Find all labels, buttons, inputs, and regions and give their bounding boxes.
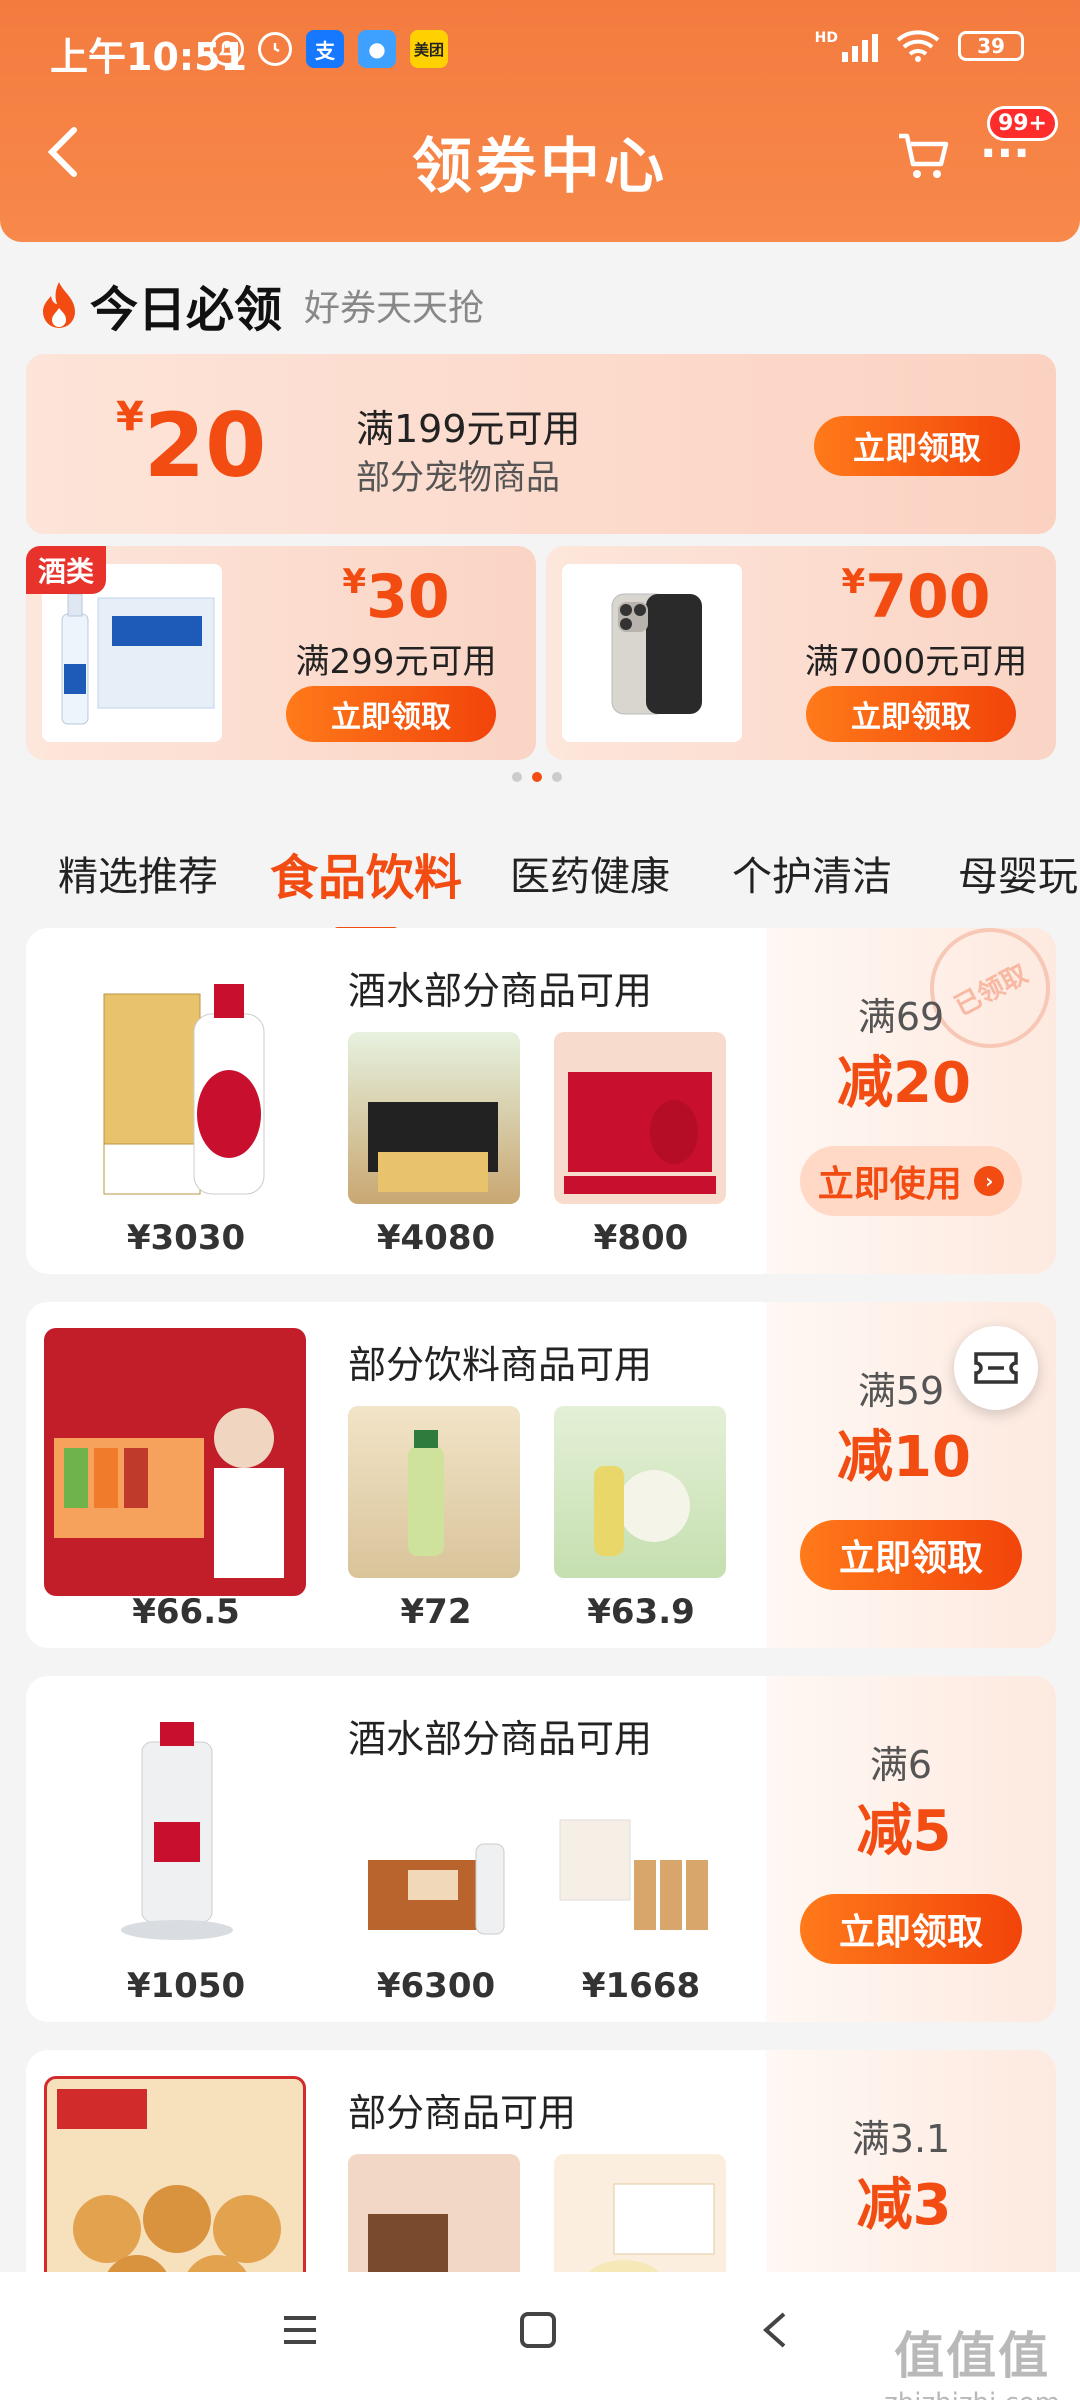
coupon-card: 酒水部分商品可用 ¥1050 ¥6300 ¥1668 满6 减5 立即领取 [26, 1676, 1056, 2022]
coupon-discount: 减3 [856, 2173, 952, 2238]
product-price: ¥800 [593, 1218, 689, 1258]
phone-coupon[interactable]: ¥700 满7000元可用 立即领取 [546, 546, 1056, 760]
carousel-indicator [512, 772, 562, 782]
coupon-discount: 减5 [856, 1799, 952, 1864]
coupon-threshold: 满69 [857, 995, 945, 1039]
claim-button[interactable]: 立即领取 [806, 686, 1016, 742]
today-subtitle: 好券天天抢 [304, 288, 485, 329]
product-price: ¥63.9 [587, 1592, 695, 1632]
tab-baby-toys[interactable]: 母婴玩 [958, 844, 1078, 902]
product-thumb[interactable] [554, 1780, 726, 1952]
product-price: ¥6300 [376, 1966, 496, 2006]
fire-icon [43, 282, 75, 328]
juice-gift-product-image[interactable] [44, 1328, 306, 1596]
product-price: ¥72 [400, 1592, 472, 1632]
product-price: ¥1668 [581, 1966, 701, 2006]
coupon-amount: ¥700 [841, 562, 991, 632]
product-price: ¥1050 [126, 1966, 246, 2006]
header: 上午10:51 支 ● 美团 HD 39 领券中心 ··· 99+ [0, 0, 1080, 242]
coupon-threshold: 满6 [869, 1743, 933, 1787]
coupon-discount: 减20 [837, 1051, 971, 1116]
today-section-header: 今日必领 好券天天抢 [40, 270, 484, 340]
nav-bar: 领券中心 ··· 99+ [0, 106, 1080, 210]
coupon-card: 部分饮料商品可用 ¥66.5 ¥72 ¥63.9 满59 减10 立即领取 [26, 1302, 1056, 1648]
coupon-condition: 满299元可用 [295, 642, 497, 682]
liquor-coupon[interactable]: 酒类 ¥30 满299元可用 立即领取 [26, 546, 536, 760]
wifi-icon [896, 30, 940, 62]
coupon-amount: ¥20 [116, 394, 267, 497]
claim-button[interactable]: 立即领取 [814, 416, 1020, 476]
arrow-right-icon: › [974, 1166, 1005, 1196]
mute-bell-icon [210, 32, 244, 66]
coupon-float-button[interactable] [954, 1326, 1038, 1410]
battery-icon: 39 [958, 31, 1024, 61]
product-thumb[interactable] [554, 1406, 726, 1578]
product-thumb[interactable] [348, 1032, 520, 1204]
product-thumb[interactable] [348, 1780, 520, 1952]
moutai-product-image[interactable] [44, 954, 306, 1222]
product-thumb[interactable] [348, 1406, 520, 1578]
category-tag: 酒类 [26, 546, 107, 594]
tab-food-drinks[interactable]: 食品饮料 [270, 838, 462, 934]
claim-button[interactable]: 立即领取 [286, 686, 496, 742]
coupon-center-page: 上午10:51 支 ● 美团 HD 39 领券中心 ··· 99+ 今日必领 好… [0, 0, 1080, 2400]
product-thumb[interactable] [554, 1032, 726, 1204]
alarm-clock-icon [258, 32, 292, 66]
tab-medicine-health[interactable]: 医药健康 [510, 844, 670, 902]
home-icon[interactable] [518, 2310, 558, 2354]
blue-app-icon: ● [358, 30, 396, 68]
phone-product-image [562, 564, 742, 742]
alipay-icon: 支 [306, 30, 344, 68]
notification-badge: 99+ [986, 106, 1058, 141]
use-now-button[interactable]: 立即使用 › [800, 1146, 1022, 1216]
menu-icon[interactable] [280, 2310, 320, 2354]
status-bar: 上午10:51 支 ● 美团 HD 39 [0, 0, 1080, 100]
category-tabs: 精选推荐 食品饮料 医药健康 个护清洁 母婴玩 [0, 828, 1080, 934]
coupon-scope: 部分商品可用 [348, 2091, 577, 2135]
product-price: ¥3030 [126, 1218, 246, 1258]
watermark: 值值值zhizhizhi.com [884, 2327, 1060, 2400]
coupon-condition: 满199元可用 [356, 407, 581, 451]
ticket-icon [974, 1352, 1018, 1384]
pet-coupon[interactable]: ¥20 满199元可用 部分宠物商品 立即领取 [26, 354, 1056, 534]
back-nav-icon[interactable] [756, 2310, 796, 2354]
coupon-scope: 部分宠物商品 [356, 458, 560, 498]
coupon-scope: 部分饮料商品可用 [348, 1343, 653, 1387]
coupon-scope: 酒水部分商品可用 [348, 1717, 653, 1761]
coupon-card: 酒水部分商品可用 ¥3030 ¥4080 ¥800 已领取 满69 减20 立即… [26, 928, 1056, 1274]
coupon-amount: ¥30 [342, 562, 450, 632]
coupon-condition: 满7000元可用 [804, 642, 1028, 682]
cart-icon[interactable] [896, 130, 950, 186]
coupon-discount: 减10 [837, 1425, 971, 1490]
tab-featured[interactable]: 精选推荐 [58, 844, 218, 902]
coupon-threshold: 满3.1 [851, 2117, 951, 2161]
today-title: 今日必领 [90, 282, 283, 338]
signal-icon: HD [815, 30, 878, 62]
claim-button[interactable]: 立即领取 [800, 1894, 1022, 1964]
coupon-scope: 酒水部分商品可用 [348, 969, 653, 1013]
product-price: ¥4080 [376, 1218, 496, 1258]
wuliangye-product-image[interactable] [44, 1702, 306, 1970]
tab-personal-care[interactable]: 个护清洁 [732, 844, 892, 902]
product-price: ¥66.5 [132, 1592, 240, 1632]
claim-button[interactable]: 立即领取 [800, 1520, 1022, 1590]
network-type-label: HD [814, 30, 838, 46]
meituan-icon: 美团 [410, 30, 448, 68]
